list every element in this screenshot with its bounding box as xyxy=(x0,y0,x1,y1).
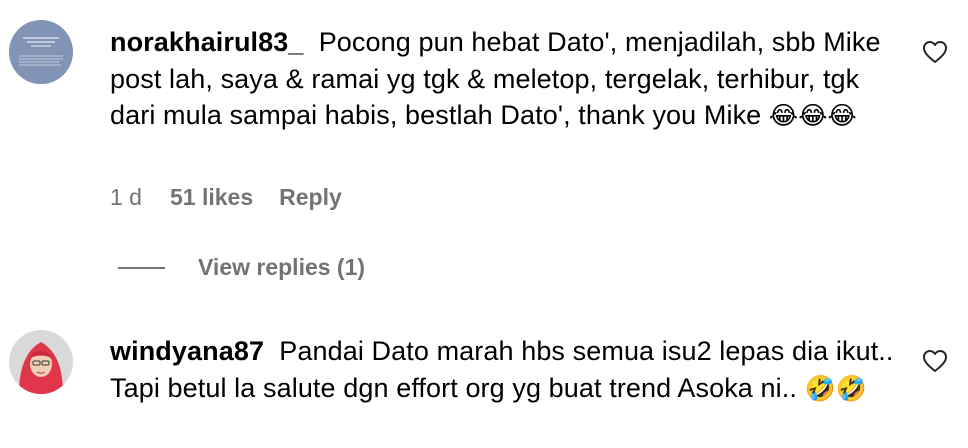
username[interactable]: windyana87 xyxy=(110,336,264,366)
heart-outline-icon[interactable] xyxy=(922,349,948,373)
avatar[interactable] xyxy=(9,20,73,84)
avatar[interactable] xyxy=(9,330,73,394)
likes-count[interactable]: 51 likes xyxy=(170,184,253,211)
quote-image-avatar-icon xyxy=(9,20,73,84)
view-replies-button[interactable]: View replies (1) xyxy=(118,254,365,281)
comment-text: windyana87 Pandai Dato marah hbs semua i… xyxy=(110,333,900,407)
username[interactable]: norakhairul83_ xyxy=(110,27,304,57)
comment-meta: 1 d 51 likes Reply xyxy=(110,184,342,211)
divider-line xyxy=(118,266,165,269)
laughing-emoji: 😂😂😂 xyxy=(768,101,857,130)
view-replies-label: View replies (1) xyxy=(198,254,366,280)
rofl-emoji: 🤣🤣 xyxy=(804,373,868,403)
comment-text: norakhairul83_ Pocong pun hebat Dato', m… xyxy=(110,24,900,135)
heart-outline-icon[interactable] xyxy=(922,40,948,64)
reply-button[interactable]: Reply xyxy=(279,184,342,211)
woman-hijab-avatar-icon xyxy=(9,330,73,394)
timestamp: 1 d xyxy=(110,184,142,210)
